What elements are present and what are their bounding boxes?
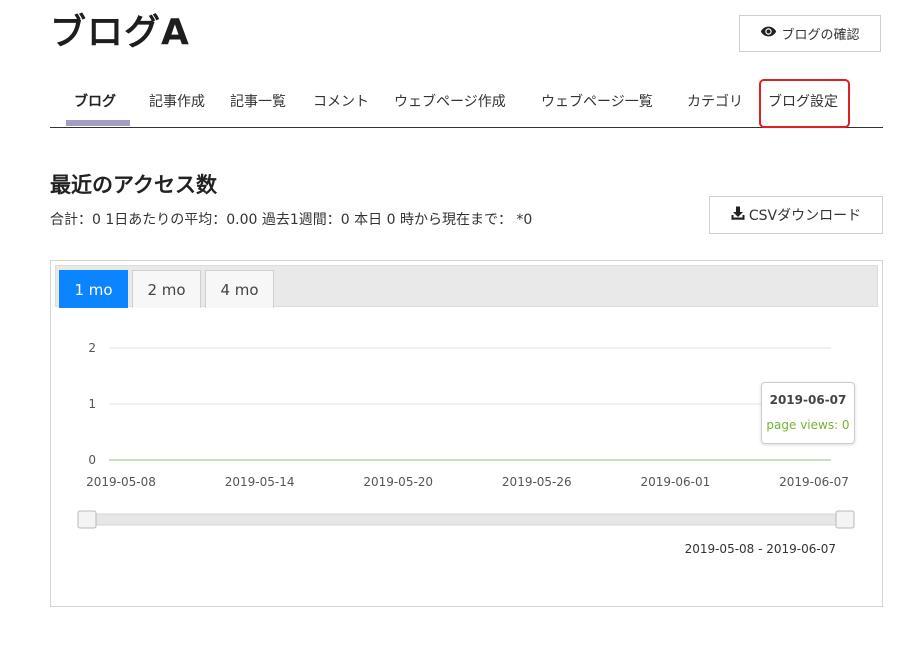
navigator-track[interactable] xyxy=(86,513,846,526)
tooltip-value: page views: 0 xyxy=(766,418,850,432)
blog-title: ブログA xyxy=(50,12,190,53)
view-blog-button[interactable]: ブログの確認 xyxy=(739,15,881,52)
download-icon xyxy=(731,206,745,224)
tooltip-date: 2019-06-07 xyxy=(769,393,847,407)
x-tick-label: 2019-06-01 xyxy=(641,475,711,489)
eye-icon xyxy=(760,26,777,41)
y-tick-label: 0 xyxy=(88,453,96,467)
navigator-right-handle[interactable] xyxy=(835,510,855,529)
range-navigator xyxy=(77,510,855,529)
x-tick-label: 2019-05-08 xyxy=(86,475,156,489)
x-tick-label: 2019-05-20 xyxy=(363,475,433,489)
navigator-left-handle[interactable] xyxy=(77,510,97,529)
tab-categories[interactable]: カテゴリ xyxy=(687,90,743,114)
access-stats: 合計：0 1日あたりの平均：0.00 過去1週間：0 本日 0 時から現在まで：… xyxy=(50,212,533,228)
x-tick-label: 2019-06-07 xyxy=(779,475,849,489)
view-blog-label: ブログの確認 xyxy=(781,28,860,43)
tab-blog[interactable]: ブログ xyxy=(74,90,116,114)
y-tick-label: 1 xyxy=(88,397,96,411)
access-section-title: 最近のアクセス数 xyxy=(50,173,217,197)
tab-new-article[interactable]: 記事作成 xyxy=(149,90,205,114)
x-tick-label: 2019-05-26 xyxy=(502,475,572,489)
y-axis-ticks: 0 1 2 xyxy=(88,341,96,467)
csv-download-button[interactable]: CSVダウンロード xyxy=(709,196,883,234)
y-tick-label: 2 xyxy=(88,341,96,355)
chart-grid xyxy=(109,347,831,461)
csv-download-label: CSVダウンロード xyxy=(748,208,862,224)
tab-webpage-list[interactable]: ウェブページ一覧 xyxy=(541,90,653,114)
x-tick-label: 2019-05-14 xyxy=(225,475,295,489)
access-chart-panel: 1 mo 2 mo 4 mo 012 2019-05-08 2019-05-14 2… xyxy=(50,260,883,607)
blog-settings-highlight xyxy=(759,79,850,128)
x-axis-ticks: 2019-05-08 2019-05-14 2019-05-20 2019-05-26… xyxy=(86,475,849,489)
tab-new-webpage[interactable]: ウェブページ作成 xyxy=(394,90,506,114)
date-range-label: 2019-05-08 - 2019-06-07 xyxy=(684,542,836,556)
tab-article-list[interactable]: 記事一覧 xyxy=(230,90,286,114)
chart-tooltip: 2019-06-07 page views: 0 xyxy=(761,382,855,444)
tab-comments[interactable]: コメント xyxy=(313,90,369,114)
active-tab-indicator xyxy=(66,120,130,126)
